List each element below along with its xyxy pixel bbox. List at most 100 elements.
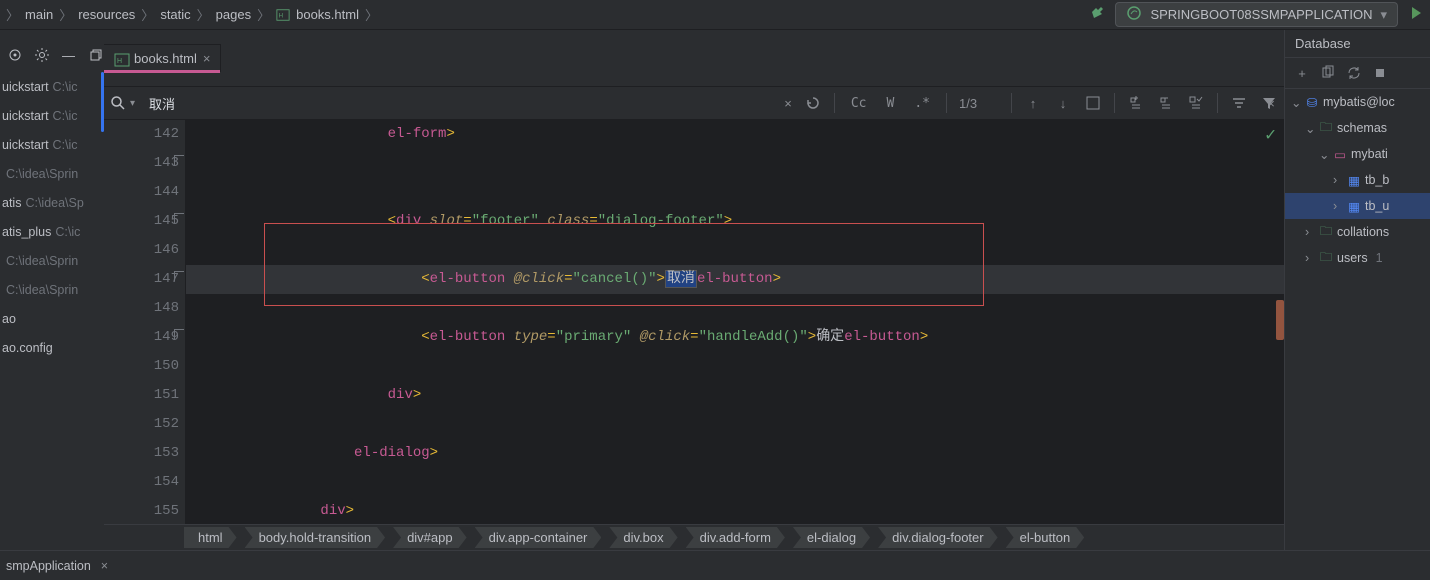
code-line[interactable]: el-form> bbox=[186, 120, 1284, 149]
tag-crumb[interactable]: html bbox=[184, 527, 237, 548]
tag-crumb[interactable]: el-dialog bbox=[793, 527, 870, 548]
select-opened-file-icon[interactable] bbox=[6, 46, 23, 64]
editor-tab[interactable]: H books.html × bbox=[104, 44, 221, 72]
run-icon[interactable] bbox=[1408, 5, 1424, 24]
tool-window-tab[interactable]: smpApplication bbox=[6, 559, 91, 573]
code-line[interactable] bbox=[186, 352, 1284, 381]
breadcrumb-item[interactable]: pages bbox=[216, 7, 251, 22]
tag-crumb[interactable]: body.hold-transition bbox=[245, 527, 386, 548]
whole-word-toggle[interactable]: W bbox=[883, 94, 899, 113]
breadcrumb-item[interactable]: books.html bbox=[296, 7, 359, 22]
filter-lines-icon[interactable] bbox=[1230, 94, 1248, 112]
duplicate-icon[interactable] bbox=[1319, 64, 1337, 82]
stop-icon[interactable] bbox=[1371, 64, 1389, 82]
tag-crumb[interactable]: div#app bbox=[393, 527, 467, 548]
search-icon[interactable]: ▾ bbox=[110, 95, 135, 111]
datasource-node[interactable]: ⌄ ⛁ mybatis@loc bbox=[1285, 89, 1430, 115]
code-line[interactable]: <el-button @click="cancel()">取消el-button… bbox=[186, 265, 1284, 294]
code-line[interactable] bbox=[186, 410, 1284, 439]
add-selection-icon[interactable] bbox=[1127, 94, 1145, 112]
tag-crumb[interactable]: div.dialog-footer bbox=[878, 527, 998, 548]
project-tree-item[interactable]: uickstartC:\ic bbox=[0, 101, 104, 130]
run-config-selector[interactable]: SPRINGBOOT08SSMPAPPLICATION ▾ bbox=[1115, 2, 1398, 27]
table-node[interactable]: › ▦ tb_b bbox=[1285, 167, 1430, 193]
folder-icon: 🗀 bbox=[1319, 118, 1333, 139]
project-tree-item[interactable]: atisC:\idea\Sp bbox=[0, 188, 104, 217]
schema-icon: ▭ bbox=[1333, 147, 1347, 162]
table-icon: ▦ bbox=[1347, 199, 1361, 214]
gear-icon[interactable] bbox=[33, 46, 50, 64]
code-content[interactable]: ✓ el-form> <div slot="footer" class="dia… bbox=[186, 120, 1284, 524]
close-find-icon[interactable]: × bbox=[1262, 96, 1280, 111]
line-number: 142 bbox=[104, 120, 179, 149]
history-icon[interactable] bbox=[804, 94, 822, 112]
code-line[interactable]: <div slot="footer" class="dialog-footer"… bbox=[186, 207, 1284, 236]
code-line[interactable]: <el-button type="primary" @click="handle… bbox=[186, 323, 1284, 352]
no-problems-icon[interactable]: ✓ bbox=[1265, 124, 1276, 146]
chevron-down-icon: ⌄ bbox=[1291, 95, 1301, 110]
next-match-icon[interactable]: ↓ bbox=[1054, 94, 1072, 112]
line-number: 146 bbox=[104, 236, 179, 265]
clear-query-icon[interactable]: × bbox=[784, 96, 792, 111]
html-file-icon: H bbox=[114, 52, 128, 66]
table-node[interactable]: › ▦ tb_u bbox=[1285, 193, 1430, 219]
chevron-right-icon: 〉 bbox=[197, 5, 210, 24]
collations-node[interactable]: › 🗀 collations bbox=[1285, 219, 1430, 245]
code-editor[interactable]: 1421431441451461471481491501511521531541… bbox=[104, 120, 1284, 524]
tag-crumb[interactable]: div.add-form bbox=[686, 527, 785, 548]
select-all-icon[interactable] bbox=[1084, 94, 1102, 112]
code-line[interactable]: div> bbox=[186, 381, 1284, 410]
close-tab-icon[interactable]: × bbox=[203, 51, 211, 66]
project-tree-item[interactable]: C:\idea\Sprin bbox=[0, 246, 104, 275]
remove-selection-icon[interactable] bbox=[1157, 94, 1175, 112]
editor-tabs: H books.html × bbox=[104, 40, 221, 72]
build-icon[interactable] bbox=[1089, 5, 1105, 24]
chevron-right-icon: › bbox=[1305, 225, 1315, 239]
project-tree-item[interactable]: uickstartC:\ic bbox=[0, 130, 104, 159]
code-line[interactable]: div> bbox=[186, 497, 1284, 526]
breadcrumb-item[interactable]: main bbox=[25, 7, 53, 22]
database-toolbar: + bbox=[1285, 58, 1430, 89]
code-line[interactable] bbox=[186, 236, 1284, 265]
schemas-node[interactable]: ⌄ 🗀 schemas bbox=[1285, 115, 1430, 141]
tab-label: books.html bbox=[134, 51, 197, 66]
match-case-toggle[interactable]: Cc bbox=[847, 94, 871, 113]
code-line[interactable] bbox=[186, 294, 1284, 323]
code-line[interactable] bbox=[186, 468, 1284, 497]
add-datasource-icon[interactable]: + bbox=[1293, 64, 1311, 82]
schema-node[interactable]: ⌄ ▭ mybati bbox=[1285, 141, 1430, 167]
project-tree-item[interactable]: ao.config bbox=[0, 333, 104, 362]
database-tree[interactable]: ⌄ ⛁ mybatis@loc ⌄ 🗀 schemas ⌄ ▭ mybati ›… bbox=[1285, 89, 1430, 550]
line-number: 152 bbox=[104, 410, 179, 439]
refresh-icon[interactable] bbox=[1345, 64, 1363, 82]
search-query[interactable]: 取消 bbox=[149, 94, 175, 113]
tag-breadcrumb: html body.hold-transition div#app div.app-c… bbox=[104, 524, 1284, 550]
line-number: 151 bbox=[104, 381, 179, 410]
tag-crumb[interactable]: div.app-container bbox=[475, 527, 602, 548]
breadcrumb-item[interactable]: resources bbox=[78, 7, 135, 22]
scrollbar-marker[interactable] bbox=[1276, 300, 1284, 340]
project-tree-item[interactable]: C:\idea\Sprin bbox=[0, 159, 104, 188]
restore-icon[interactable] bbox=[87, 46, 104, 64]
project-tree-item[interactable]: ao bbox=[0, 304, 104, 333]
tag-crumb[interactable]: div.box bbox=[609, 527, 677, 548]
project-tree[interactable]: uickstartC:\icuickstartC:\icuickstartC:\… bbox=[0, 72, 104, 550]
code-line[interactable] bbox=[186, 149, 1284, 178]
database-panel: Database + ⌄ ⛁ mybatis@loc ⌄ 🗀 schemas ⌄… bbox=[1284, 30, 1430, 550]
users-node[interactable]: › 🗀 users 1 bbox=[1285, 245, 1430, 271]
chevron-down-icon: ⌄ bbox=[1305, 121, 1315, 136]
breadcrumb-item[interactable]: static bbox=[160, 7, 190, 22]
minimize-icon[interactable]: — bbox=[60, 46, 77, 64]
prev-match-icon[interactable]: ↑ bbox=[1024, 94, 1042, 112]
code-line[interactable]: el-dialog> bbox=[186, 439, 1284, 468]
project-tree-item[interactable]: C:\idea\Sprin bbox=[0, 275, 104, 304]
tag-crumb[interactable]: el-button bbox=[1006, 527, 1085, 548]
select-all-occurrences-icon[interactable] bbox=[1187, 94, 1205, 112]
project-tree-item[interactable]: uickstartC:\ic bbox=[0, 72, 104, 101]
find-bar: ▾ 取消 × Cc W .* 1/3 ↑ ↓ × bbox=[104, 86, 1284, 120]
project-tree-item[interactable]: atis_plusC:\ic bbox=[0, 217, 104, 246]
regex-toggle[interactable]: .* bbox=[910, 94, 934, 113]
chevron-right-icon: › bbox=[1333, 173, 1343, 187]
close-tool-tab-icon[interactable]: × bbox=[101, 559, 108, 573]
code-line[interactable] bbox=[186, 178, 1284, 207]
